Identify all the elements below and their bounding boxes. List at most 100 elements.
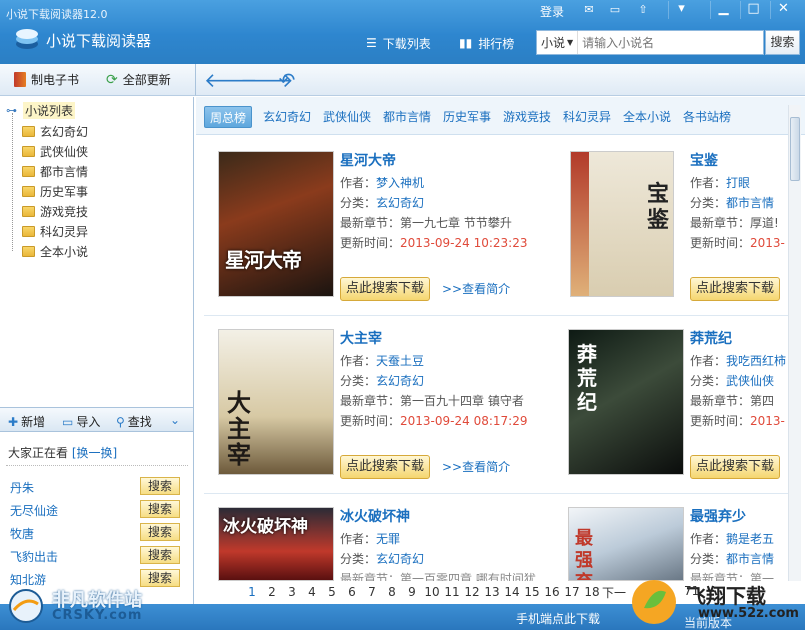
category-value[interactable]: 都市言情 — [726, 196, 774, 210]
book-cover[interactable]: 大主宰 — [218, 329, 334, 475]
tab-urban[interactable]: 都市言情 — [383, 106, 431, 128]
author-value[interactable]: 无罪 — [376, 532, 400, 546]
refresh-link[interactable]: [换一换] — [72, 446, 117, 460]
maximize-button[interactable]: □ — [740, 1, 766, 19]
download-button[interactable]: 点此搜索下载 — [690, 277, 780, 301]
tab-fantasy[interactable]: 玄幻奇幻 — [263, 106, 311, 128]
download-button[interactable]: 点此搜索下载 — [340, 455, 430, 479]
tab-complete[interactable]: 全本小说 — [623, 106, 671, 128]
reading-search-button[interactable]: 搜索 — [140, 477, 180, 495]
page-link[interactable]: 12 — [462, 585, 482, 599]
category-value[interactable]: 玄幻奇幻 — [376, 196, 424, 210]
tree-item-urban[interactable]: 都市言情 — [22, 163, 88, 180]
forward-arrow-icon[interactable]: 🡒 — [240, 70, 294, 90]
tab-history[interactable]: 历史军事 — [443, 106, 491, 128]
next-page-link[interactable]: 下一 — [602, 584, 626, 601]
reload-icon[interactable]: ↶ — [276, 70, 298, 90]
download-list-button[interactable]: ☰ 下载列表 — [366, 33, 431, 53]
page-link[interactable]: 6 — [342, 585, 362, 599]
page-link[interactable]: 2 — [262, 585, 282, 599]
reading-search-button[interactable]: 搜索 — [140, 500, 180, 518]
tree-item-history[interactable]: 历史军事 — [22, 183, 88, 200]
feedback-icon[interactable]: ▭ — [606, 3, 624, 17]
last-page-number[interactable]: 71 — [684, 584, 699, 598]
book-cover[interactable]: 莽荒纪 — [568, 329, 684, 475]
tree-item-gaming[interactable]: 游戏竞技 — [22, 203, 88, 220]
author-value[interactable]: 鹅是老五 — [726, 532, 774, 546]
author-value[interactable]: 梦入神机 — [376, 176, 424, 190]
make-ebook-button[interactable]: 制电子书 — [14, 71, 79, 88]
search-scope-select[interactable]: 小说 ▼ — [537, 31, 579, 54]
book-cover[interactable]: 宝鉴 — [570, 151, 674, 297]
add-button[interactable]: ✚ 新增 — [8, 413, 45, 430]
download-button[interactable]: 点此搜索下载 — [690, 455, 780, 479]
book-title[interactable]: 冰火破坏神 — [340, 506, 410, 526]
book-cover[interactable]: 最强弃少 — [568, 507, 684, 581]
login-link[interactable]: 登录 — [540, 3, 564, 20]
find-button[interactable]: ⚲ 查找 — [116, 413, 152, 430]
page-link[interactable]: 10 — [422, 585, 442, 599]
reading-search-button[interactable]: 搜索 — [140, 546, 180, 564]
page-link[interactable]: 8 — [382, 585, 402, 599]
page-link[interactable]: 1 — [242, 585, 262, 599]
tab-site-rank[interactable]: 各书站榜 — [683, 106, 731, 128]
page-link[interactable]: 11 — [442, 585, 462, 599]
download-button[interactable]: 点此搜索下载 — [340, 277, 430, 301]
reading-item-title[interactable]: 无尽仙途 — [10, 502, 58, 519]
reading-search-button[interactable]: 搜索 — [140, 523, 180, 541]
tree-item-complete[interactable]: 全本小说 — [22, 243, 88, 260]
ranking-button[interactable]: ▮▮ 排行榜 — [459, 33, 514, 53]
page-link[interactable]: 15 — [522, 585, 542, 599]
page-link[interactable]: 14 — [502, 585, 522, 599]
scrollbar-thumb[interactable] — [790, 117, 800, 181]
page-link[interactable]: 3 — [282, 585, 302, 599]
collapse-icon[interactable]: ⌄ — [170, 413, 180, 427]
update-all-button[interactable]: ⟳ 全部更新 — [106, 71, 171, 88]
author-value[interactable]: 打眼 — [726, 176, 750, 190]
page-link[interactable]: 17 — [562, 585, 582, 599]
book-title[interactable]: 莽荒纪 — [690, 328, 732, 348]
reading-item-title[interactable]: 牧唐 — [10, 525, 34, 542]
search-button[interactable]: 搜索 — [765, 30, 800, 55]
page-link[interactable]: 9 — [402, 585, 422, 599]
menu-dropdown-icon[interactable]: ▾ — [668, 1, 694, 19]
close-button[interactable]: ✕ — [770, 1, 796, 19]
tab-gaming[interactable]: 游戏竞技 — [503, 106, 551, 128]
search-input[interactable] — [578, 35, 763, 50]
tab-scifi[interactable]: 科幻灵异 — [563, 106, 611, 128]
page-link[interactable]: 7 — [362, 585, 382, 599]
category-value[interactable]: 玄幻奇幻 — [376, 374, 424, 388]
page-link[interactable]: 13 — [482, 585, 502, 599]
category-value[interactable]: 武侠仙侠 — [726, 374, 774, 388]
minimize-button[interactable]: ▁ — [710, 1, 736, 19]
upgrade-icon[interactable]: ⇧ — [634, 3, 652, 17]
tab-wuxia[interactable]: 武侠仙侠 — [323, 106, 371, 128]
import-button[interactable]: ▭ 导入 — [62, 413, 100, 430]
page-link[interactable]: 16 — [542, 585, 562, 599]
tree-item-fantasy[interactable]: 玄幻奇幻 — [22, 123, 88, 140]
book-title[interactable]: 宝鉴 — [690, 150, 718, 170]
category-value[interactable]: 都市言情 — [726, 552, 774, 566]
category-value[interactable]: 玄幻奇幻 — [376, 552, 424, 566]
page-link[interactable]: 5 — [322, 585, 342, 599]
reading-item-title[interactable]: 飞豹出击 — [10, 548, 58, 565]
view-intro-link[interactable]: >>查看简介 — [442, 280, 510, 297]
tab-weekly[interactable]: 周总榜 — [204, 106, 253, 128]
tree-root[interactable]: ⊶ 小说列表 — [4, 102, 76, 119]
book-title[interactable]: 最强弃少 — [690, 506, 746, 526]
tree-item-scifi[interactable]: 科幻灵异 — [22, 223, 88, 240]
page-link[interactable]: 18 — [582, 585, 602, 599]
book-cover[interactable]: 冰火破坏神 — [218, 507, 334, 581]
book-title[interactable]: 大主宰 — [340, 328, 382, 348]
mobile-download-link[interactable]: 手机端点此下载 — [516, 610, 600, 627]
back-arrow-icon[interactable]: 🡐 — [204, 70, 258, 90]
book-cover[interactable]: 星河大帝 — [218, 151, 334, 297]
book-title[interactable]: 星河大帝 — [340, 150, 396, 170]
tree-item-wuxia[interactable]: 武侠仙侠 — [22, 143, 88, 160]
view-intro-link[interactable]: >>查看简介 — [442, 458, 510, 475]
content-scrollbar[interactable] — [788, 105, 801, 585]
reading-search-button[interactable]: 搜索 — [140, 569, 180, 587]
author-value[interactable]: 我吃西红柿 — [726, 354, 786, 368]
reading-item-title[interactable]: 丹朱 — [10, 479, 34, 496]
mail-icon[interactable]: ✉ — [580, 3, 598, 17]
